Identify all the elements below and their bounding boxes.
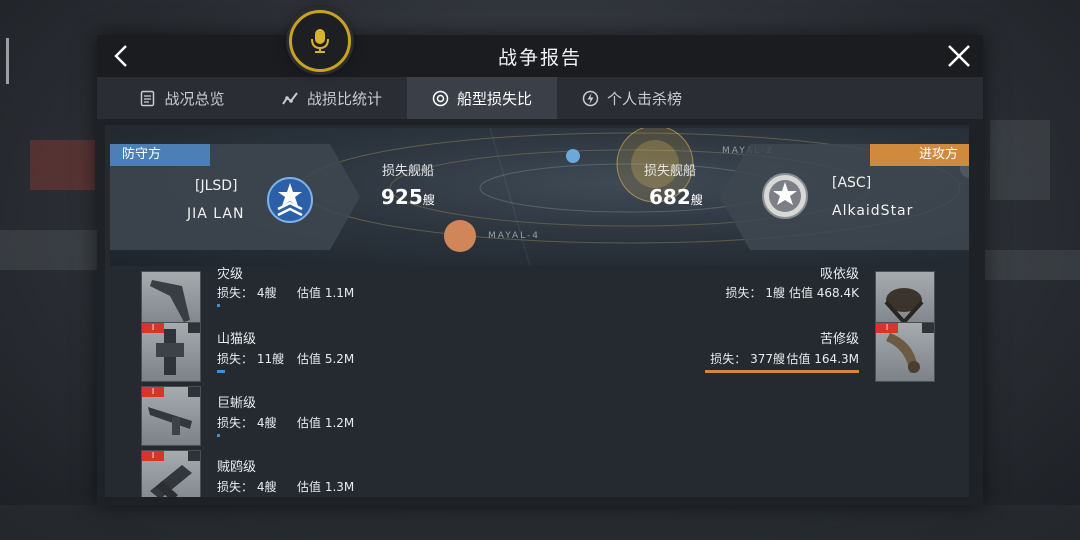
attacker-alliance-tag: [ASC] bbox=[832, 175, 872, 191]
ship-thumbnail: I bbox=[875, 322, 935, 382]
voice-chat-button[interactable] bbox=[289, 10, 351, 72]
expand-toggle bbox=[188, 323, 200, 333]
loss-ratio-bar bbox=[705, 370, 859, 373]
page-title: 战争报告 bbox=[497, 46, 582, 69]
war-report-panel: 战争报告 战况总览 战损比统计 船型损失比 个人击杀榜 MAYAL-4 防守方 … bbox=[97, 35, 983, 505]
lightning-icon bbox=[582, 90, 599, 106]
tab-personal-kill-ranking[interactable]: 个人击杀榜 bbox=[557, 77, 707, 119]
tab-loss-ratio-stats[interactable]: 战损比统计 bbox=[257, 77, 407, 119]
loss-ratio-bar bbox=[217, 370, 225, 373]
tab-label: 战况总览 bbox=[164, 89, 225, 108]
list-item[interactable]: I 苦修级 损失： 377艘 估值 164.3M bbox=[539, 322, 969, 384]
line-chart-icon bbox=[282, 91, 298, 105]
tab-battle-overview[interactable]: 战况总览 bbox=[107, 77, 257, 119]
ship-value: 估值 164.3M bbox=[786, 352, 859, 366]
ship-name: 灾级 bbox=[217, 267, 244, 282]
defender-loss-count: 925艘 bbox=[381, 185, 435, 209]
expand-toggle bbox=[188, 451, 200, 461]
ship-thumbnail: I bbox=[141, 386, 201, 446]
loss-ratio-bar bbox=[217, 304, 220, 307]
ship-loss: 损失： 1艘 bbox=[725, 286, 785, 300]
ship-name: 苦修级 bbox=[819, 332, 859, 347]
panel-header: 战争报告 bbox=[97, 35, 983, 77]
ship-loss-content: MAYAL-4 MAYAL-2 防守方 进攻方 [JLSD] JIA LAN 损… bbox=[105, 125, 969, 497]
defender-emblem-icon bbox=[267, 177, 313, 223]
list-item[interactable]: I 贼鸥级 损失： 4艘 估值 1.3M bbox=[105, 450, 535, 497]
attacker-alliance-name: AlkaidStar bbox=[832, 203, 914, 219]
ship-loss: 损失： 4艘 bbox=[217, 416, 277, 430]
level-badge: I bbox=[876, 323, 898, 333]
ship-loss: 损失： 11艘 bbox=[217, 352, 285, 366]
ship-name: 吸依级 bbox=[819, 267, 859, 282]
tab-label: 战损比统计 bbox=[306, 89, 382, 108]
battle-banner: MAYAL-4 MAYAL-2 防守方 进攻方 [JLSD] JIA LAN 损… bbox=[110, 128, 969, 266]
ship-name: 山猫级 bbox=[217, 332, 257, 347]
level-badge: I bbox=[142, 323, 164, 333]
defender-alliance-name: JIA LAN bbox=[187, 206, 245, 222]
ship-loss: 损失： 4艘 bbox=[217, 286, 277, 300]
close-icon[interactable] bbox=[945, 42, 973, 70]
map-label: MAYAL-4 bbox=[488, 231, 541, 241]
microphone-icon bbox=[311, 29, 329, 53]
defender-alliance-tag: [JLSD] bbox=[195, 178, 238, 194]
tab-bar: 战况总览 战损比统计 船型损失比 个人击杀榜 bbox=[97, 77, 983, 119]
ship-loss: 损失： 4艘 bbox=[217, 480, 277, 494]
scroll-edge-indicator bbox=[6, 38, 9, 84]
document-icon bbox=[141, 90, 155, 106]
list-item[interactable]: I 巨蜥级 损失： 4艘 估值 1.2M bbox=[105, 386, 535, 448]
ship-loss: 损失： 377艘 bbox=[710, 352, 785, 366]
ship-value: 估值 468.4K bbox=[788, 286, 859, 300]
ship-thumbnail: I bbox=[141, 322, 201, 382]
tab-ship-type-loss[interactable]: 船型损失比 bbox=[407, 77, 557, 119]
attacker-tag: 进攻方 bbox=[870, 144, 969, 166]
ship-value: 估值 1.2M bbox=[297, 416, 355, 430]
tab-label: 船型损失比 bbox=[456, 89, 532, 108]
attacker-emblem-icon bbox=[762, 173, 808, 219]
attacker-loss-label: 损失舰船 bbox=[644, 164, 697, 179]
ship-value: 估值 1.3M bbox=[297, 480, 355, 494]
level-badge: I bbox=[142, 451, 164, 461]
loss-ratio-bar bbox=[217, 434, 220, 437]
attacker-loss-count: 682艘 bbox=[649, 185, 703, 209]
level-badge: I bbox=[142, 387, 164, 397]
defender-loss-label: 损失舰船 bbox=[382, 164, 435, 179]
expand-toggle bbox=[188, 387, 200, 397]
ship-thumbnail: I bbox=[141, 450, 201, 497]
ship-value: 估值 5.2M bbox=[297, 352, 355, 366]
ship-name: 巨蜥级 bbox=[217, 396, 257, 411]
defender-tag: 防守方 bbox=[110, 144, 210, 166]
ship-value: 估值 1.1M bbox=[297, 286, 355, 300]
list-item[interactable]: I 山猫级 损失： 11艘 估值 5.2M bbox=[105, 322, 535, 384]
expand-toggle bbox=[922, 323, 934, 333]
ship-icon bbox=[432, 90, 449, 106]
tab-label: 个人击杀榜 bbox=[606, 89, 682, 108]
back-arrow-icon[interactable] bbox=[109, 43, 135, 69]
ship-name: 贼鸥级 bbox=[217, 460, 257, 475]
